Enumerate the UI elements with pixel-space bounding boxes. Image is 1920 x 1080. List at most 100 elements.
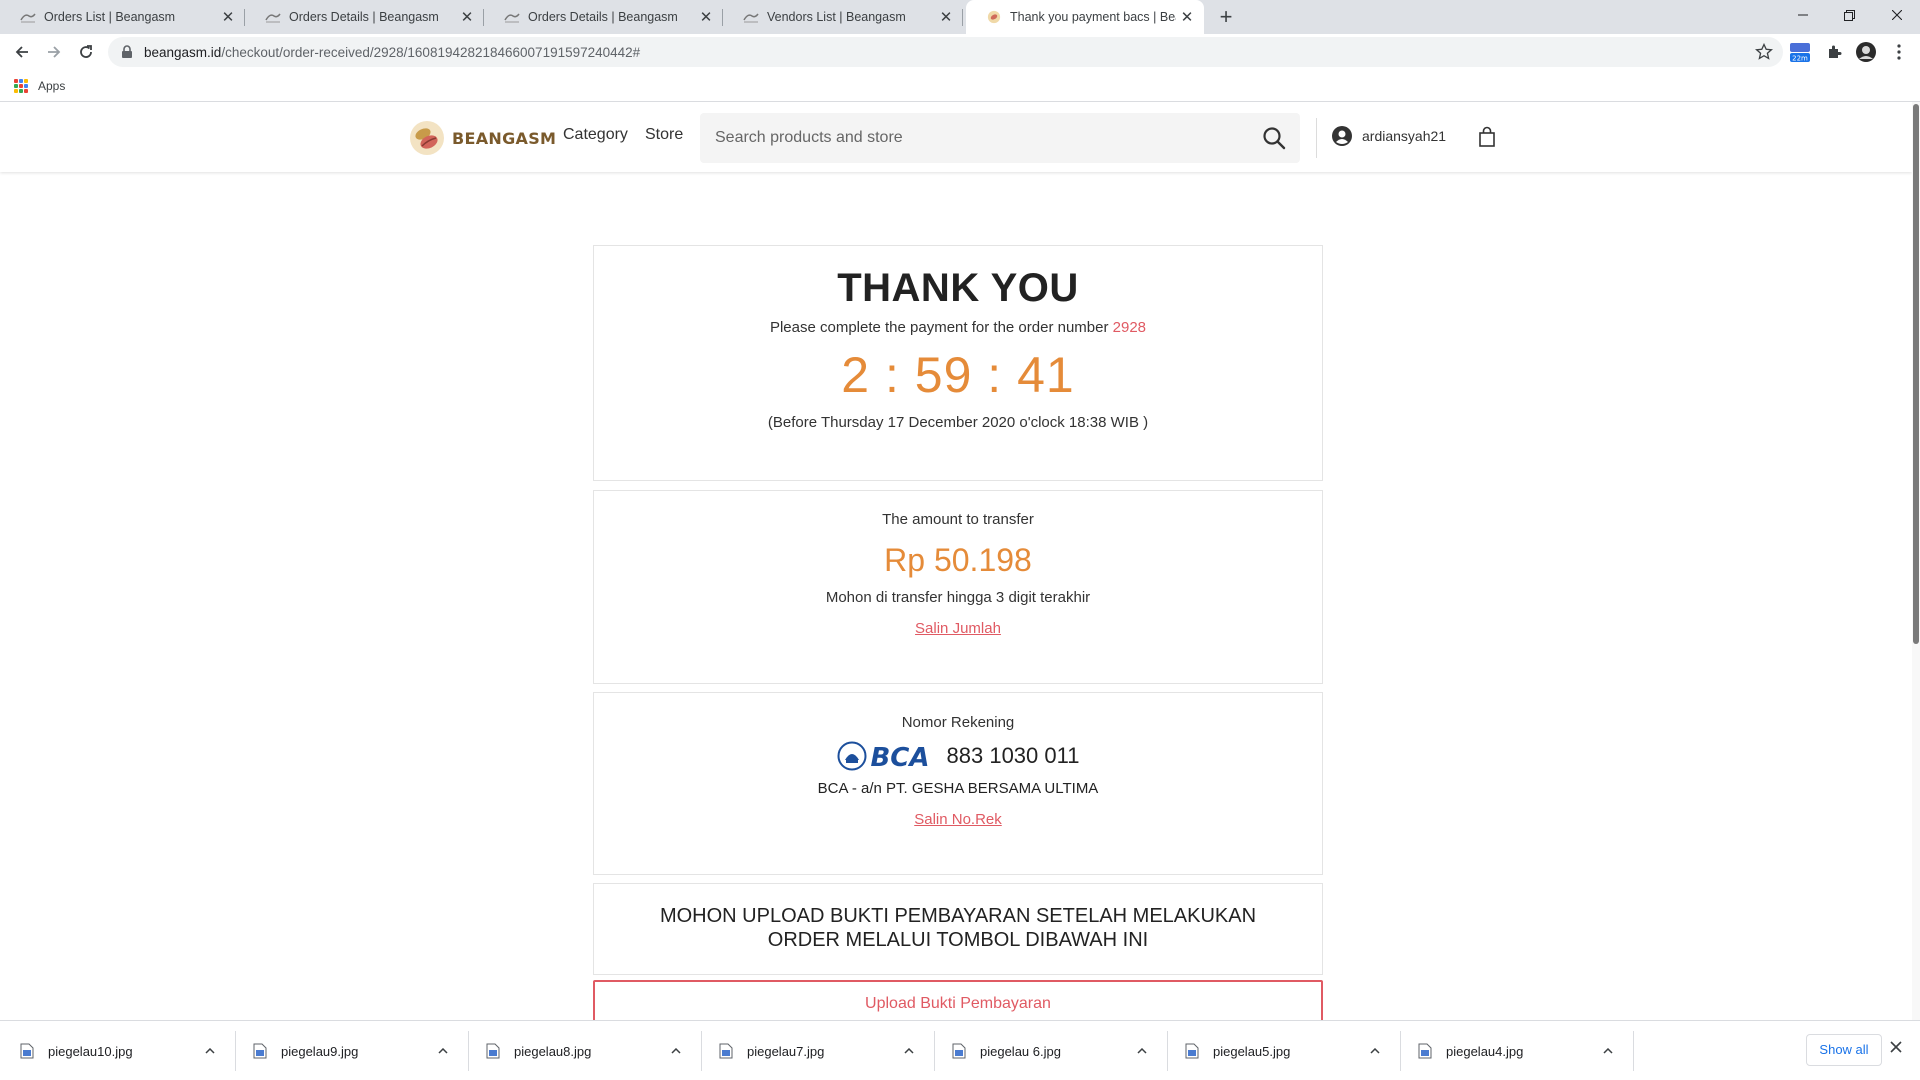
close-icon[interactable]: ✕ bbox=[456, 8, 478, 26]
image-file-icon bbox=[952, 1043, 966, 1059]
search-icon[interactable] bbox=[1262, 126, 1286, 150]
download-item[interactable]: piegelau5.jpg bbox=[1165, 1021, 1398, 1080]
site-logo[interactable]: BEANGASM bbox=[408, 119, 556, 157]
image-file-icon bbox=[1418, 1043, 1432, 1059]
address-bar[interactable]: beangasm.id/checkout/order-received/2928… bbox=[108, 37, 1783, 67]
extensions-puzzle-icon[interactable] bbox=[1821, 39, 1847, 65]
beangasm-favicon bbox=[504, 13, 520, 23]
svg-text:22m: 22m bbox=[1792, 55, 1808, 63]
upload-proof-button[interactable]: Upload Bukti Pembayaran bbox=[593, 980, 1323, 1020]
account-owner: BCA - a/n PT. GESHA BERSAMA ULTIMA bbox=[817, 780, 1099, 797]
beangasm-favicon bbox=[20, 13, 36, 23]
download-item[interactable]: piegelau4.jpg bbox=[1398, 1021, 1631, 1080]
copy-amount-link[interactable]: Salin Jumlah bbox=[915, 620, 1001, 637]
nav-category[interactable]: Category bbox=[563, 126, 628, 144]
payment-instruction: Please complete the payment for the orde… bbox=[769, 319, 1147, 336]
close-icon[interactable]: ✕ bbox=[217, 8, 239, 26]
close-icon[interactable]: ✕ bbox=[695, 8, 717, 26]
close-icon[interactable]: ✕ bbox=[935, 8, 957, 26]
search-placeholder: Search products and store bbox=[715, 129, 903, 146]
copy-account-link[interactable]: Salin No.Rek bbox=[914, 811, 1002, 828]
chevron-up-icon[interactable] bbox=[1370, 1048, 1380, 1054]
back-button[interactable] bbox=[8, 38, 36, 66]
tab-vendors-list[interactable]: Vendors List | Beangasm ✕ bbox=[723, 0, 963, 34]
beangasm-logo-icon bbox=[410, 121, 444, 155]
payment-deadline: (Before Thursday 17 December 2020 o'cloc… bbox=[767, 414, 1149, 431]
transfer-amount-card: The amount to transfer Rp 50.198 Mohon d… bbox=[593, 490, 1323, 684]
header-divider bbox=[1316, 118, 1317, 158]
page-title: THANK YOU bbox=[837, 266, 1079, 310]
tab-orders-list[interactable]: Orders List | Beangasm ✕ bbox=[0, 0, 245, 34]
tab-orders-details-2[interactable]: Orders Details | Beangasm ✕ bbox=[484, 0, 723, 34]
upload-note-card: MOHON UPLOAD BUKTI PEMBAYARAN SETELAH ME… bbox=[593, 883, 1323, 975]
bookmark-star-icon[interactable] bbox=[1755, 43, 1773, 61]
search-input[interactable]: Search products and store bbox=[700, 113, 1300, 163]
bank-account-card: Nomor Rekening BCA 883 1030 011 BCA - a/… bbox=[593, 692, 1323, 875]
account-row: BCA 883 1030 011 bbox=[594, 741, 1322, 771]
reload-button[interactable] bbox=[72, 38, 100, 66]
user-menu[interactable]: ardiansyah21 bbox=[1332, 126, 1446, 146]
transfer-amount: Rp 50.198 bbox=[884, 542, 1032, 578]
thank-you-card: THANK YOU Please complete the payment fo… bbox=[593, 245, 1323, 481]
close-window-button[interactable] bbox=[1874, 0, 1920, 30]
download-item[interactable]: piegelau10.jpg bbox=[0, 1021, 233, 1080]
chevron-up-icon[interactable] bbox=[205, 1048, 215, 1054]
minimize-button[interactable] bbox=[1780, 0, 1826, 30]
tab-thank-you[interactable]: Thank you payment bacs | Beangasm ✕ bbox=[966, 0, 1204, 34]
upload-instruction: MOHON UPLOAD BUKTI PEMBAYARAN SETELAH ME… bbox=[659, 905, 1257, 951]
lock-icon bbox=[122, 45, 132, 58]
browser-menu-icon[interactable] bbox=[1886, 39, 1912, 65]
image-file-icon bbox=[719, 1043, 733, 1059]
apps-grid-icon[interactable] bbox=[14, 78, 28, 93]
page-viewport: BEANGASM Category Store Search products … bbox=[0, 102, 1920, 1020]
beangasm-favicon bbox=[987, 10, 1001, 24]
bookmarks-bar: Apps bbox=[0, 70, 1920, 102]
chevron-up-icon[interactable] bbox=[1137, 1048, 1147, 1054]
show-all-downloads-button[interactable]: Show all bbox=[1806, 1034, 1882, 1066]
download-shelf: piegelau10.jpg piegelau9.jpg piegelau8.j… bbox=[0, 1020, 1920, 1080]
beangasm-favicon bbox=[265, 13, 281, 23]
close-icon[interactable]: ✕ bbox=[1176, 8, 1198, 26]
image-file-icon bbox=[1185, 1043, 1199, 1059]
account-number: 883 1030 011 bbox=[946, 743, 1080, 768]
apps-bookmark[interactable]: Apps bbox=[38, 79, 65, 93]
close-icon[interactable] bbox=[1890, 1041, 1902, 1053]
chevron-up-icon[interactable] bbox=[438, 1048, 448, 1054]
url-text: beangasm.id/checkout/order-received/2928… bbox=[144, 44, 641, 60]
countdown-timer: 2 : 59 : 41 bbox=[841, 347, 1075, 403]
extension-timer-icon[interactable]: 22m bbox=[1787, 39, 1813, 65]
image-file-icon bbox=[253, 1043, 267, 1059]
tab-strip: Orders List | Beangasm ✕ Orders Details … bbox=[0, 0, 1920, 34]
reload-icon bbox=[80, 45, 92, 58]
tab-orders-details-1[interactable]: Orders Details | Beangasm ✕ bbox=[245, 0, 484, 34]
profile-avatar[interactable] bbox=[1853, 39, 1879, 65]
transfer-note: Mohon di transfer hingga 3 digit terakhi… bbox=[825, 589, 1091, 606]
username: ardiansyah21 bbox=[1362, 128, 1447, 144]
forward-arrow-icon bbox=[48, 46, 61, 58]
download-item[interactable]: piegelau8.jpg bbox=[466, 1021, 699, 1080]
download-item[interactable]: piegelau9.jpg bbox=[233, 1021, 466, 1080]
restore-button[interactable] bbox=[1826, 0, 1872, 30]
download-item[interactable]: piegelau 6.jpg bbox=[932, 1021, 1165, 1080]
image-file-icon bbox=[20, 1043, 34, 1059]
nav-store[interactable]: Store bbox=[645, 126, 683, 144]
download-item[interactable]: piegelau7.jpg bbox=[699, 1021, 932, 1080]
chevron-up-icon[interactable] bbox=[671, 1048, 681, 1054]
browser-toolbar: beangasm.id/checkout/order-received/2928… bbox=[0, 34, 1920, 70]
amount-label: The amount to transfer bbox=[882, 511, 1034, 528]
forward-button[interactable] bbox=[40, 38, 68, 66]
new-tab-button[interactable]: + bbox=[1212, 3, 1240, 31]
scrollbar-thumb[interactable] bbox=[1913, 104, 1919, 644]
account-label: Nomor Rekening bbox=[901, 714, 1015, 731]
order-number[interactable]: 2928 bbox=[1113, 319, 1146, 336]
chevron-up-icon[interactable] bbox=[904, 1048, 914, 1054]
back-arrow-icon bbox=[15, 46, 28, 58]
site-header: BEANGASM Category Store Search products … bbox=[0, 102, 1912, 172]
svg-text:BCA: BCA bbox=[870, 743, 929, 771]
user-circle-icon bbox=[1332, 126, 1352, 146]
bca-logo-icon: BCA bbox=[837, 741, 929, 771]
image-file-icon bbox=[486, 1043, 500, 1059]
beangasm-favicon bbox=[743, 13, 759, 23]
chevron-up-icon[interactable] bbox=[1603, 1048, 1613, 1054]
shopping-bag-icon[interactable] bbox=[1478, 126, 1496, 148]
